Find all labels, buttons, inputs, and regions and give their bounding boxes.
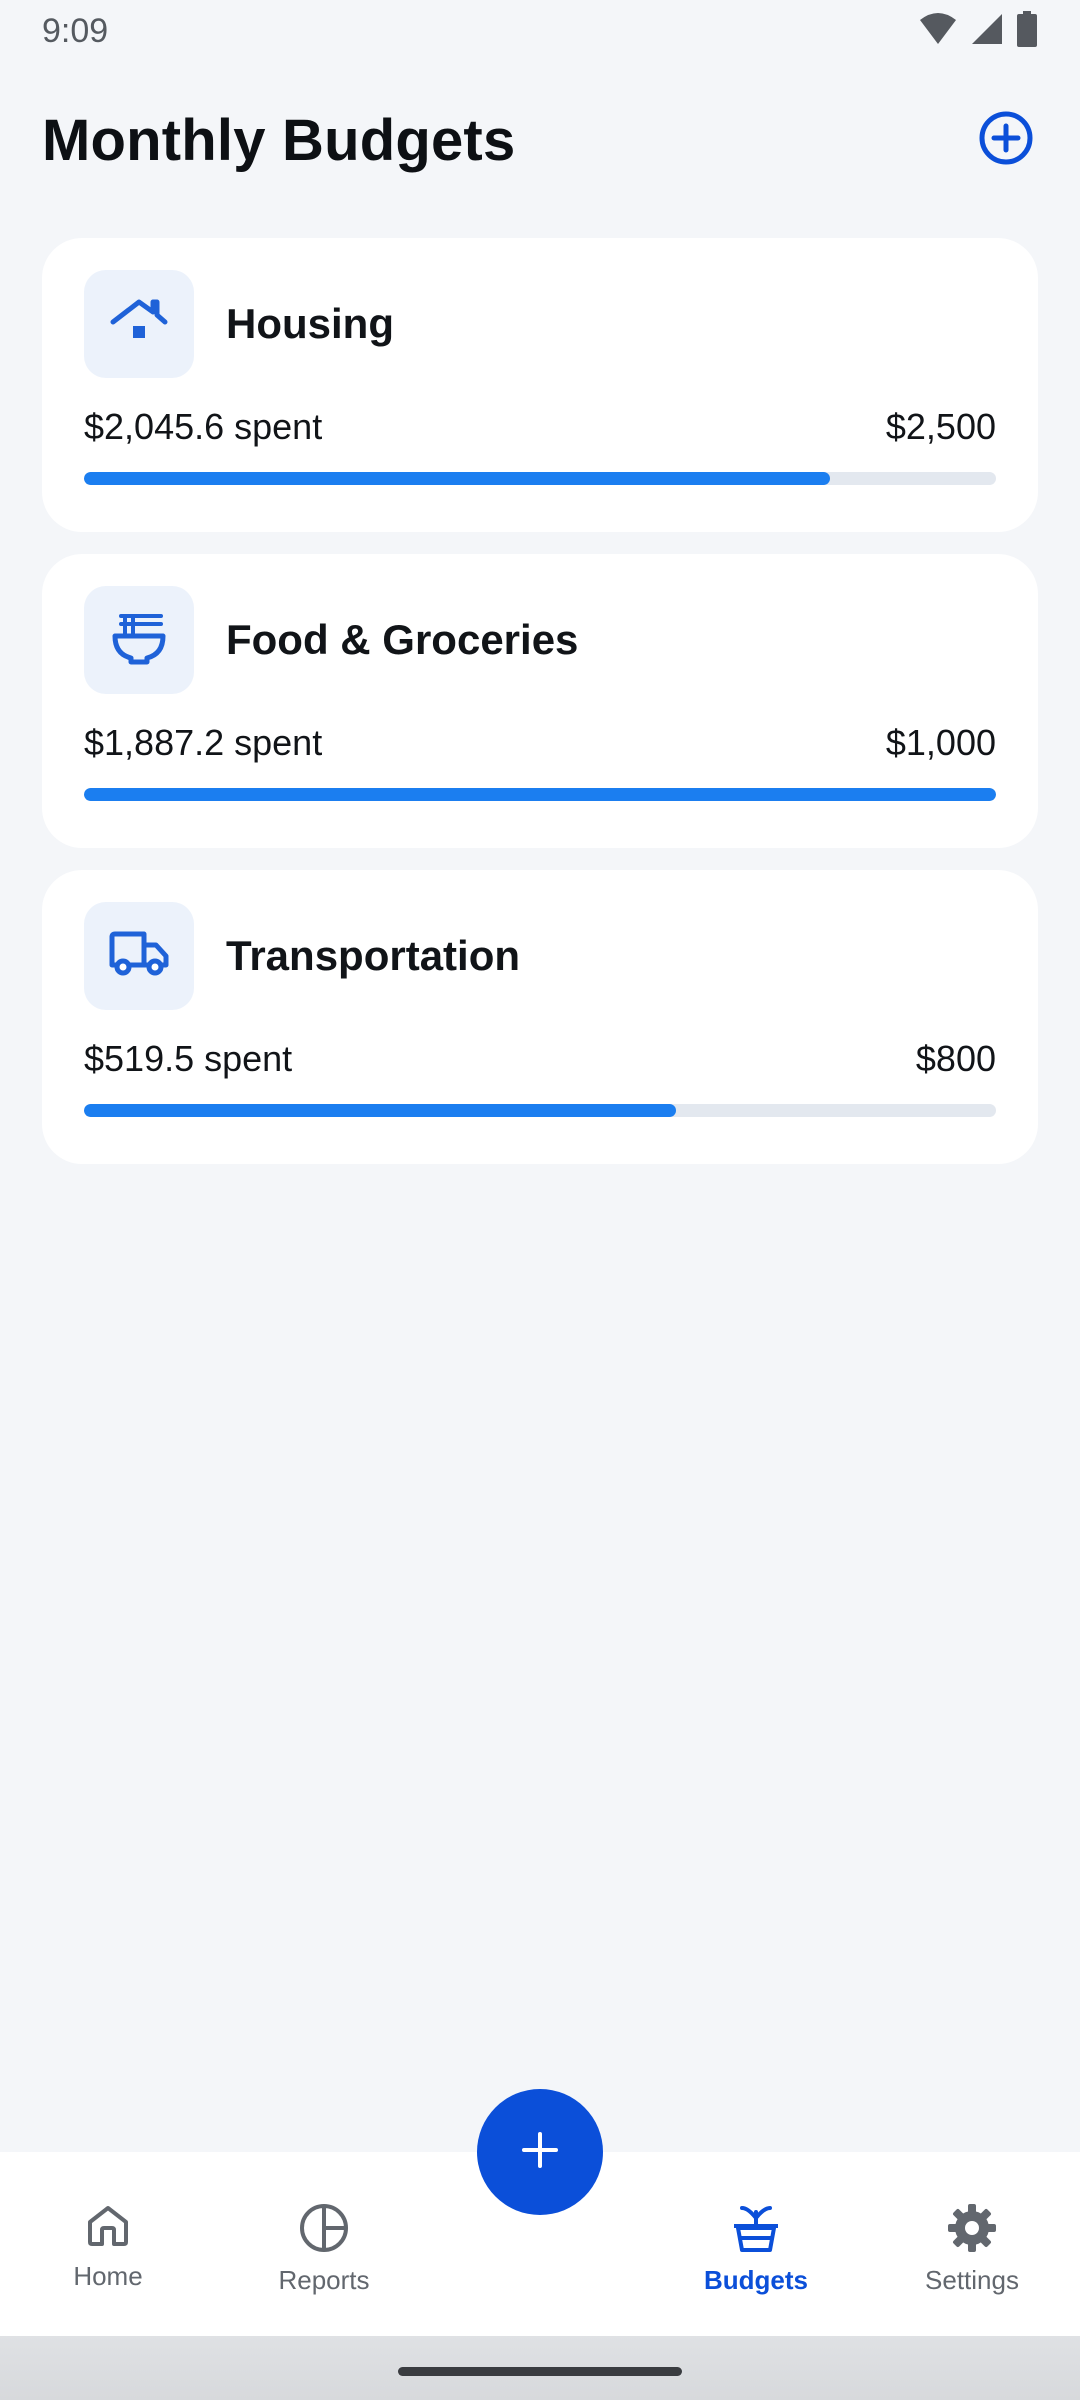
spent-amount: $1,887.2 spent <box>84 722 323 763</box>
budget-name: Food & Groceries <box>226 616 579 663</box>
system-gesture-area <box>0 2336 1080 2400</box>
nav-item-reports[interactable]: Reports <box>216 2152 432 2296</box>
progress-track <box>84 1104 996 1117</box>
budget-limit: $2,500 <box>885 406 996 447</box>
budget-list: Housing $2,045.6 spent $2,500 Food & Gro… <box>42 238 1038 1164</box>
amount-row: $2,045.6 spent $2,500 <box>84 406 996 448</box>
status-time: 9:09 <box>42 11 109 50</box>
truck-icon <box>108 931 170 982</box>
nav-item-settings[interactable]: Settings <box>864 2152 1080 2296</box>
nav-label: Reports <box>278 2265 370 2295</box>
progress-fill <box>84 788 996 801</box>
plus-icon <box>518 2128 562 2177</box>
home-icon <box>84 2202 132 2255</box>
nav-item-home[interactable]: Home <box>0 2152 216 2292</box>
amount-row: $1,887.2 spent $1,000 <box>84 722 996 764</box>
category-icon-tile <box>84 270 194 378</box>
plus-circle-icon <box>978 110 1034 171</box>
amount-row: $519.5 spent $800 <box>84 1038 996 1080</box>
progress-track <box>84 788 996 801</box>
nav-label: Home <box>73 2261 143 2291</box>
spent-amount: $2,045.6 spent <box>84 406 323 447</box>
card-header: Food & Groceries <box>84 586 996 694</box>
budget-card-housing[interactable]: Housing $2,045.6 spent $2,500 <box>42 238 1038 532</box>
budget-limit: $1,000 <box>885 722 996 763</box>
nav-label: Settings <box>925 2265 1019 2295</box>
add-budget-button[interactable] <box>974 108 1038 172</box>
progress-fill <box>84 472 831 485</box>
house-icon <box>109 296 169 353</box>
pie-chart-icon <box>298 2202 350 2259</box>
home-gesture-handle[interactable] <box>398 2367 682 2376</box>
progress-fill <box>84 1104 676 1117</box>
page-title: Monthly Budgets <box>42 107 516 173</box>
status-icons <box>918 10 1038 52</box>
gear-icon <box>946 2202 998 2259</box>
progress-track <box>84 472 996 485</box>
card-header: Transportation <box>84 902 996 1010</box>
wifi-icon <box>918 12 958 51</box>
card-header: Housing <box>84 270 996 378</box>
budget-card-transportation[interactable]: Transportation $519.5 spent $800 <box>42 870 1038 1164</box>
budget-card-food-groceries[interactable]: Food & Groceries $1,887.2 spent $1,000 <box>42 554 1038 848</box>
noodle-bowl-icon <box>109 608 169 673</box>
battery-icon <box>1016 10 1038 52</box>
nav-label: Budgets <box>704 2265 808 2295</box>
budget-limit: $800 <box>915 1038 996 1079</box>
budget-name: Housing <box>226 300 394 347</box>
plant-pot-icon <box>730 2202 782 2259</box>
budget-name: Transportation <box>226 932 521 979</box>
spent-amount: $519.5 spent <box>84 1038 293 1079</box>
status-bar: 9:09 <box>0 0 1080 62</box>
header: Monthly Budgets <box>42 100 1038 180</box>
cellular-signal-icon <box>970 12 1004 51</box>
nav-item-budgets[interactable]: Budgets <box>648 2152 864 2296</box>
category-icon-tile <box>84 902 194 1010</box>
category-icon-tile <box>84 586 194 694</box>
add-transaction-fab[interactable] <box>477 2089 603 2215</box>
